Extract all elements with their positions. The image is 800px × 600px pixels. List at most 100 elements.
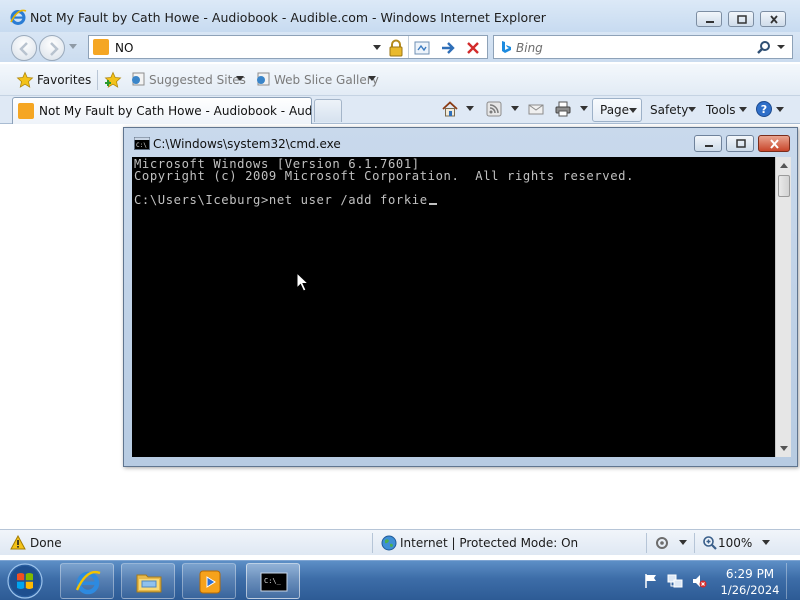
page-dropdown-icon bbox=[629, 108, 637, 113]
web-slice-gallery-dropdown-icon[interactable] bbox=[368, 76, 376, 82]
address-separator bbox=[408, 36, 409, 58]
address-input[interactable]: NO bbox=[115, 41, 133, 55]
zoom-level[interactable]: 100% bbox=[718, 536, 752, 550]
taskbar-windows-explorer[interactable] bbox=[121, 563, 175, 599]
minimize-icon bbox=[706, 21, 714, 23]
scrollbar-thumb[interactable] bbox=[778, 175, 790, 197]
favorites-button[interactable]: Favorites bbox=[37, 73, 91, 87]
help-icon[interactable]: ? bbox=[755, 100, 773, 118]
zoom-icon[interactable] bbox=[702, 535, 718, 551]
action-center-flag-icon[interactable] bbox=[643, 573, 659, 589]
print-dropdown-icon[interactable] bbox=[580, 106, 588, 112]
minimize-icon bbox=[705, 145, 713, 147]
start-button-windows-icon[interactable] bbox=[5, 562, 45, 600]
security-zone-text[interactable]: Internet | Protected Mode: On bbox=[400, 536, 578, 550]
refresh-go-icon[interactable] bbox=[439, 39, 457, 57]
cmd-window[interactable]: C:\ C:\Windows\system32\cmd.exe Microsof… bbox=[123, 127, 798, 467]
close-button[interactable] bbox=[760, 11, 786, 27]
tab-title: Not My Fault by Cath Howe - Audiobook - … bbox=[39, 104, 311, 118]
lock-icon[interactable] bbox=[387, 39, 405, 57]
taskbar: C:\_ 6:29 PM 1/26/2024 bbox=[0, 560, 800, 600]
scroll-up-arrow-icon[interactable] bbox=[777, 159, 791, 173]
text-cursor bbox=[428, 203, 437, 205]
print-icon[interactable] bbox=[554, 100, 572, 118]
favorites-divider bbox=[97, 70, 98, 90]
show-desktop-button[interactable] bbox=[786, 563, 798, 599]
add-to-favorites-bar-icon[interactable] bbox=[104, 71, 122, 89]
address-bar[interactable]: NO bbox=[88, 35, 488, 59]
favorites-bar: Favorites Suggested Sites Web Slice Gall… bbox=[0, 64, 800, 96]
console-prompt-line[interactable]: C:\Users\Iceburg>net user /add forkie bbox=[134, 194, 437, 206]
maximize-button[interactable] bbox=[728, 11, 754, 27]
svg-text:C:\_: C:\_ bbox=[264, 577, 282, 585]
clock-date[interactable]: 1/26/2024 bbox=[716, 583, 784, 597]
feeds-dropdown-icon[interactable] bbox=[511, 106, 519, 112]
cmd-minimize-button[interactable] bbox=[694, 135, 722, 152]
tools-dropdown-icon[interactable] bbox=[739, 107, 747, 113]
tab-favicon-icon bbox=[18, 103, 34, 119]
search-icon[interactable] bbox=[756, 40, 771, 55]
tab-active[interactable]: Not My Fault by Cath Howe - Audiobook - … bbox=[12, 97, 312, 124]
console-scrollbar[interactable] bbox=[775, 157, 791, 457]
stop-icon[interactable] bbox=[464, 39, 482, 57]
privacy-settings-icon[interactable] bbox=[655, 535, 671, 551]
favorites-star-icon[interactable] bbox=[16, 71, 34, 89]
close-icon bbox=[770, 139, 779, 149]
recent-pages-dropdown-icon[interactable] bbox=[69, 44, 77, 50]
new-tab-button[interactable] bbox=[314, 99, 342, 122]
safety-dropdown-icon[interactable] bbox=[688, 107, 696, 113]
safety-menu-button[interactable]: Safety bbox=[650, 103, 688, 117]
rss-feeds-icon[interactable] bbox=[485, 100, 503, 118]
home-icon[interactable] bbox=[441, 100, 459, 118]
cmd-window-title: C:\Windows\system32\cmd.exe bbox=[153, 137, 341, 151]
help-dropdown-icon[interactable] bbox=[776, 107, 784, 113]
search-options-dropdown-icon[interactable] bbox=[776, 42, 786, 52]
read-mail-icon[interactable] bbox=[527, 100, 545, 118]
status-divider bbox=[646, 533, 647, 553]
forward-arrow-icon bbox=[50, 42, 59, 56]
suggested-sites-icon bbox=[132, 72, 145, 86]
console-output[interactable]: Microsoft Windows [Version 6.1.7601] Cop… bbox=[132, 157, 775, 457]
minimize-button[interactable] bbox=[696, 11, 722, 27]
console-command-text: C:\Users\Iceburg>net user /add forkie bbox=[134, 193, 428, 207]
forward-button[interactable] bbox=[39, 35, 65, 61]
media-player-icon bbox=[199, 570, 221, 594]
network-icon[interactable] bbox=[667, 573, 683, 589]
warning-icon bbox=[10, 535, 26, 550]
zoom-dropdown-icon[interactable] bbox=[762, 540, 770, 546]
status-divider bbox=[694, 533, 695, 553]
volume-muted-icon[interactable] bbox=[691, 573, 707, 589]
internet-explorer-icon bbox=[75, 570, 101, 595]
clock-time[interactable]: 6:29 PM bbox=[720, 567, 780, 581]
tools-menu-button[interactable]: Tools bbox=[706, 103, 736, 117]
command-prompt-icon: C:\_ bbox=[260, 572, 288, 592]
search-box[interactable]: Bing bbox=[493, 35, 793, 59]
close-icon bbox=[770, 15, 778, 24]
home-dropdown-icon[interactable] bbox=[466, 106, 474, 112]
taskbar-command-prompt[interactable]: C:\_ bbox=[246, 563, 300, 599]
back-button[interactable] bbox=[11, 35, 37, 61]
cmd-maximize-button[interactable] bbox=[726, 135, 754, 152]
compatibility-view-icon[interactable] bbox=[413, 39, 431, 57]
maximize-icon bbox=[736, 139, 746, 148]
command-prompt-icon: C:\ bbox=[134, 137, 150, 150]
console-line: Copyright (c) 2009 Microsoft Corporation… bbox=[134, 169, 635, 183]
privacy-dropdown-icon[interactable] bbox=[679, 540, 687, 546]
taskbar-internet-explorer[interactable] bbox=[60, 563, 114, 599]
scroll-down-arrow-icon[interactable] bbox=[777, 441, 791, 455]
search-input[interactable]: Bing bbox=[516, 41, 543, 55]
suggested-sites-dropdown-icon[interactable] bbox=[236, 76, 244, 82]
status-bar: Done Internet | Protected Mode: On 100% bbox=[0, 529, 800, 555]
taskbar-media-player[interactable] bbox=[182, 563, 236, 599]
status-text: Done bbox=[30, 536, 62, 550]
web-slice-gallery-link[interactable]: Web Slice Gallery bbox=[274, 73, 379, 87]
status-divider bbox=[372, 533, 373, 553]
suggested-sites-link[interactable]: Suggested Sites bbox=[149, 73, 246, 87]
ie-title-bar: Not My Fault by Cath Howe - Audiobook - … bbox=[0, 0, 800, 34]
svg-text:C:\: C:\ bbox=[136, 142, 147, 149]
web-slice-gallery-icon bbox=[257, 72, 270, 86]
cmd-close-button[interactable] bbox=[758, 135, 790, 152]
address-dropdown-icon[interactable] bbox=[371, 41, 383, 53]
page-menu-button[interactable]: Page bbox=[592, 98, 642, 122]
site-favicon-icon bbox=[93, 39, 109, 55]
